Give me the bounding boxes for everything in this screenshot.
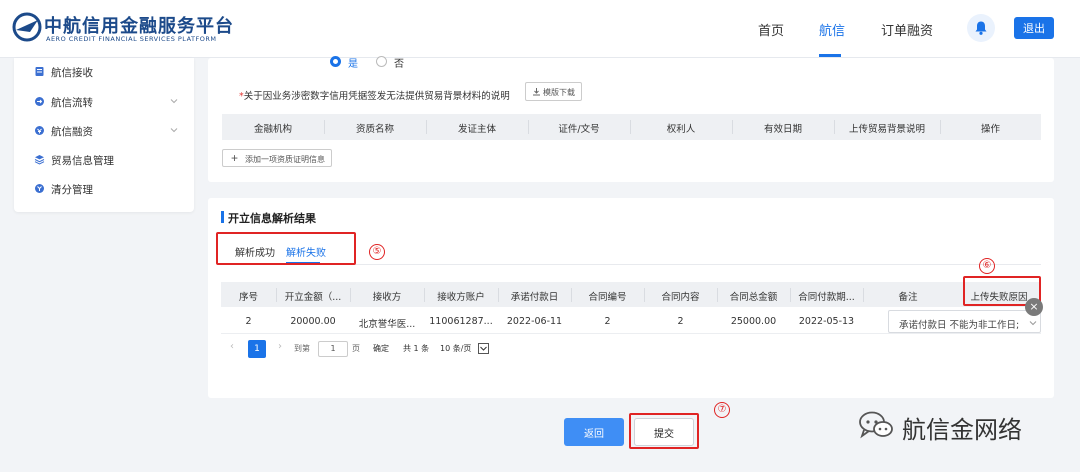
download-icon — [533, 88, 540, 96]
cell-contract-content: 2 — [677, 316, 684, 327]
column-header: 资质名称 — [355, 124, 394, 135]
column-header: 序号 — [238, 292, 258, 303]
cell-amount: 20000.00 — [290, 316, 336, 327]
sidebar-item-label: 航信融资 — [51, 126, 93, 138]
cell-index: 2 — [245, 316, 252, 327]
goto-page-input[interactable]: 1 — [318, 341, 348, 357]
next-page-button[interactable]: › — [278, 341, 282, 352]
nav-active-indicator — [819, 54, 841, 57]
sidebar-item-label: 航信接收 — [51, 67, 93, 79]
template-download-label: 模版下载 — [543, 88, 575, 97]
doc-icon — [35, 67, 44, 76]
logo-subtitle: AERO CREDIT FINANCIAL SERVICES PLATFORM — [46, 35, 217, 43]
sidebar-item-hangxin-receive[interactable]: 航信接收 — [14, 58, 194, 86]
column-header: 开立金额（... — [284, 292, 342, 303]
sidebar-item-label: 清分管理 — [51, 184, 93, 196]
section-accent-bar — [221, 211, 224, 223]
page-unit-label: 页 — [352, 344, 360, 353]
wechat-icon — [859, 411, 893, 439]
cell-receiver: 北京誉华医... — [358, 319, 416, 330]
column-header: 发证主体 — [457, 124, 496, 135]
goto-label: 到第 — [294, 344, 310, 353]
cell-contract-pay-date: 2022-05-13 — [798, 316, 855, 327]
highlight-box-tabs — [216, 232, 356, 265]
notification-button[interactable] — [967, 14, 995, 42]
column-header: 证件/文号 — [558, 124, 600, 135]
goto-confirm-button[interactable]: 确定 — [373, 343, 389, 354]
column-header: 合同编号 — [588, 292, 627, 303]
highlight-box-submit — [629, 413, 699, 449]
remark-text: 承诺付款日 不能为非工作日; — [899, 320, 1020, 331]
plus-icon: + — [231, 151, 239, 165]
sidebar-item-clearing[interactable]: 清分管理 — [14, 175, 194, 203]
radio-no-label: 否 — [394, 59, 404, 70]
nav-home[interactable]: 首页 — [758, 20, 784, 39]
sidebar: 航信接收 航信流转 航信融资 贸易信息管理 清分管理 — [14, 58, 194, 212]
trade-background-note: *关于因业务涉密数字信用凭据签发无法提供贸易背景材料的说明 — [239, 88, 510, 102]
qualification-panel: 是 否 *关于因业务涉密数字信用凭据签发无法提供贸易背景材料的说明 模版下载 金… — [208, 56, 1054, 182]
nav-order-finance[interactable]: 订单融资 — [881, 20, 933, 39]
column-header: 接收方账户 — [437, 292, 485, 303]
clear-icon[interactable]: × — [1025, 298, 1043, 316]
page-size-value: 10 条/页 — [440, 344, 472, 353]
flow-icon — [35, 97, 44, 106]
sidebar-item-hangxin-finance[interactable]: 航信融资 — [14, 117, 194, 145]
column-header: 合同内容 — [661, 292, 700, 303]
add-qualification-label: 添加一项资质证明信息 — [245, 155, 325, 164]
sidebar-item-label: 贸易信息管理 — [51, 155, 114, 167]
cell-payment-date: 2022-06-11 — [506, 316, 563, 327]
logout-button[interactable]: 退出 — [1014, 17, 1054, 39]
column-header: 操作 — [980, 124, 1000, 135]
stack-icon — [34, 155, 45, 165]
step-marker-5: ⑤ — [369, 244, 385, 260]
column-header: 有效日期 — [763, 124, 802, 135]
cell-receiver-account: 110061287... — [429, 316, 493, 327]
coin-icon — [35, 184, 44, 193]
add-qualification-button[interactable]: + 添加一项资质证明信息 — [222, 149, 332, 167]
total-count: 共 1 条 — [403, 344, 430, 353]
cell-contract-no: 2 — [604, 316, 611, 327]
parse-result-panel: 开立信息解析结果 解析成功 解析失败 ⑤ 序号 开立金额（... 接收方 接收方… — [208, 198, 1054, 398]
radio-no[interactable] — [376, 56, 387, 67]
radio-yes-label: 是 — [348, 59, 358, 70]
cell-contract-total: 25000.00 — [730, 316, 777, 327]
section-title: 开立信息解析结果 — [228, 212, 316, 225]
finance-icon — [35, 126, 44, 135]
chevron-down-icon — [480, 346, 487, 351]
bell-icon — [975, 21, 987, 35]
parse-table-header: 序号 开立金额（... 接收方 接收方账户 承诺付款日 合同编号 合同内容 合同… — [221, 282, 1041, 307]
watermark-text: 航信金网络 — [902, 416, 1022, 444]
logo-icon — [12, 12, 42, 42]
template-download-button[interactable]: 模版下载 — [525, 82, 582, 101]
sidebar-item-hangxin-flow[interactable]: 航信流转 — [14, 88, 194, 116]
chevron-down-icon — [170, 99, 178, 104]
page-number-current[interactable]: 1 — [248, 340, 266, 358]
column-header: 备注 — [898, 292, 918, 303]
step-marker-7: ⑦ — [714, 402, 730, 418]
nav-hangxin[interactable]: 航信 — [819, 20, 845, 39]
top-header: 中航信用金融服务平台 AERO CREDIT FINANCIAL SERVICE… — [0, 0, 1080, 58]
column-header: 权利人 — [666, 124, 696, 135]
column-header: 上传贸易背景说明 — [848, 124, 925, 135]
column-header: 合同总金额 — [729, 292, 778, 303]
chevron-down-icon — [170, 128, 178, 133]
watermark: 航信金网络 — [858, 408, 1058, 444]
back-button[interactable]: 返回 — [564, 418, 624, 446]
sidebar-item-trade-info[interactable]: 贸易信息管理 — [14, 146, 194, 174]
prev-page-button[interactable]: ‹ — [230, 341, 234, 352]
page-size-dropdown[interactable] — [478, 343, 489, 354]
chevron-down-icon — [1029, 321, 1037, 326]
page-size-select[interactable]: 10 条/页 — [440, 341, 492, 357]
column-header: 接收方 — [372, 292, 402, 303]
note-text: 关于因业务涉密数字信用凭据签发无法提供贸易背景材料的说明 — [243, 91, 510, 102]
sidebar-item-label: 航信流转 — [51, 97, 93, 109]
step-marker-6: ⑥ — [979, 258, 995, 274]
qualification-table-header: 金融机构 资质名称 发证主体 证件/文号 权利人 有效日期 上传贸易背景说明 操… — [222, 114, 1041, 140]
radio-yes[interactable] — [330, 56, 341, 67]
column-header: 合同付款期... — [798, 292, 855, 303]
column-header: 承诺付款日 — [510, 292, 559, 303]
column-header: 金融机构 — [253, 124, 292, 135]
remark-input[interactable]: 承诺付款日 不能为非工作日; — [888, 310, 1041, 333]
